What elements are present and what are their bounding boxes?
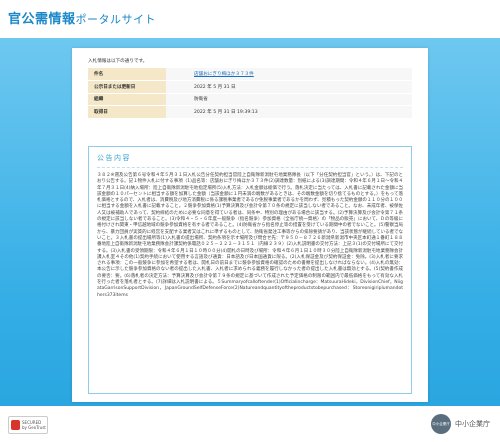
site-logo[interactable]: 官公需情報ポータルサイト xyxy=(8,8,156,27)
content-panel: 入札情報は以下の通りです。 件名 店舗おにぎり梅ほか３７３件 公示日または更新日… xyxy=(72,48,428,402)
sme-agency-logo[interactable]: 中小企業庁 中小企業庁 xyxy=(431,414,490,434)
notice-box: 公告内容 ３８２※遡及公告第６号令和４年５月３１日入札公告分任契約担当官陸上自衛… xyxy=(88,146,412,394)
info-row-date: 公示日または更新日 2022 年 5 月 31 日 xyxy=(88,80,412,94)
intro-text: 入札情報は以下の通りです。 xyxy=(88,59,148,64)
info-label: 組織 xyxy=(88,93,166,106)
info-row-organization: 組織 防衛省 xyxy=(88,93,412,106)
subject-link[interactable]: 店舗おにぎり梅ほか３７３件 xyxy=(194,72,254,77)
info-value: 2022 年 5 月 31 日 xyxy=(166,80,412,94)
notice-title: 公告内容 xyxy=(97,153,403,168)
security-badge[interactable]: SECURED by GeoTrust xyxy=(8,416,48,434)
info-row-subject: 件名 店舗おにぎり梅ほか３７３件 xyxy=(88,68,412,81)
logo-sub: ポータルサイト xyxy=(75,13,157,26)
info-value: 2022 年 5 月 31 日 19:39:13 xyxy=(166,105,412,119)
info-label: 公示日または更新日 xyxy=(88,80,166,94)
sme-agency-emblem-icon: 中小企業庁 xyxy=(431,414,451,434)
lock-icon xyxy=(11,420,20,430)
info-value: 防衛省 xyxy=(166,93,412,106)
info-label: 件名 xyxy=(88,68,166,81)
badge-line2: by GeoTrust xyxy=(22,425,46,430)
sme-agency-label: 中小企業庁 xyxy=(455,420,490,428)
header: 官公需情報ポータルサイト xyxy=(0,0,500,38)
info-row-acquired: 取得日 2022 年 5 月 31 日 19:39:13 xyxy=(88,105,412,119)
notice-body: ３８２※遡及公告第６号令和４年５月３１日入札公告分任契約担当官陸上自衛隊新潟駐屯… xyxy=(97,173,403,298)
info-label: 取得日 xyxy=(88,105,166,119)
footer: SECURED by GeoTrust 中小企業庁 中小企業庁 xyxy=(0,406,500,442)
logo-main: 官公需情報 xyxy=(8,12,76,27)
info-table: 件名 店舗おにぎり梅ほか３７３件 公示日または更新日 2022 年 5 月 31… xyxy=(88,68,412,119)
